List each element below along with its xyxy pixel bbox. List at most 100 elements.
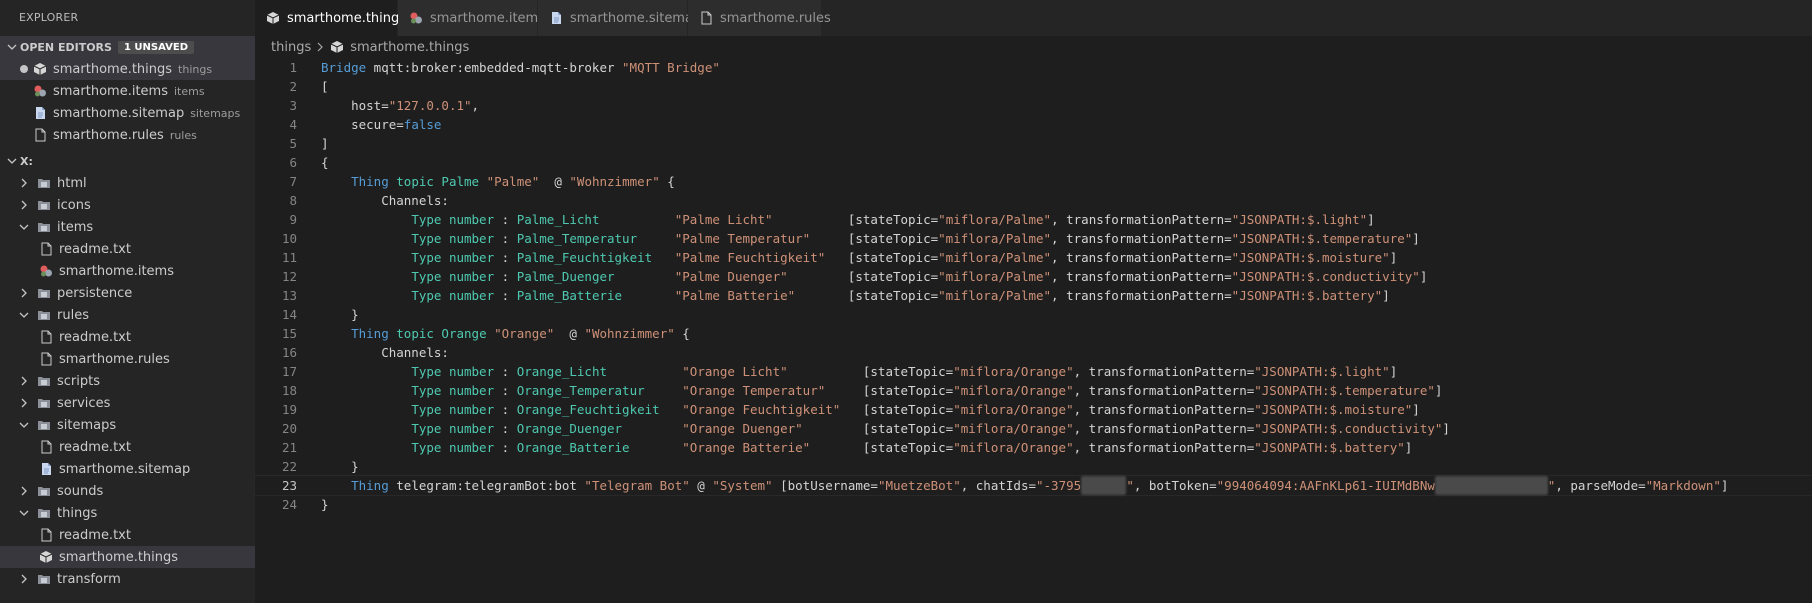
- folder-html[interactable]: html: [0, 172, 255, 194]
- code-token: "Orange Feuchtigkeit": [682, 402, 841, 417]
- tab-smarthome-items[interactable]: smarthome.items: [398, 0, 545, 36]
- code-line[interactable]: 4 secure=false: [255, 115, 1812, 134]
- code-token: "Palme Licht": [674, 212, 773, 227]
- rules-file-icon: [38, 439, 54, 455]
- file-smarthome-sitemap[interactable]: smarthome.sitemap: [0, 458, 255, 480]
- code-editor[interactable]: 1 Bridge mqtt:broker:embedded-mqtt-broker…: [254, 58, 1812, 603]
- code-token: Orange_Temperatur: [516, 383, 645, 398]
- line-content: Type number : Palme_Duenger "Palme Dueng…: [321, 267, 1427, 286]
- file-name: smarthome.things: [53, 61, 173, 77]
- tab-smarthome-things[interactable]: smarthome.things: [255, 0, 406, 36]
- code-line[interactable]: 17 Type number : Orange_Licht "Orange Li…: [255, 362, 1812, 381]
- chevron-right-icon[interactable]: [16, 373, 32, 389]
- code-line[interactable]: 20 Type number : Orange_Duenger "Orange …: [255, 419, 1812, 438]
- line-content: }: [321, 305, 359, 324]
- file-name: readme.txt: [59, 241, 131, 257]
- folder-transform[interactable]: transform: [0, 568, 255, 590]
- line-number: 15: [281, 326, 297, 341]
- line-number: 1: [289, 60, 297, 75]
- open-editor-smarthome-rules[interactable]: smarthome.rules rules: [0, 124, 255, 146]
- folder-services[interactable]: services: [0, 392, 255, 414]
- chevron-right-icon[interactable]: [16, 175, 32, 191]
- code-line[interactable]: 10 Type number : Palme_Temperatur "Palme…: [255, 229, 1812, 248]
- code-line[interactable]: 14 }: [255, 305, 1812, 324]
- code-line[interactable]: 2[: [255, 77, 1812, 96]
- code-token: "994064094:AAFnKLp61-IUIMdBNw: [1216, 478, 1435, 493]
- code-line[interactable]: 13 Type number : Palme_Batterie "Palme B…: [255, 286, 1812, 305]
- chevron-right-icon[interactable]: [16, 285, 32, 301]
- breadcrumb-file[interactable]: smarthome.things: [350, 40, 469, 55]
- code-line[interactable]: 12 Type number : Palme_Duenger "Palme Du…: [255, 267, 1812, 286]
- folder-scripts[interactable]: scripts: [0, 370, 255, 392]
- workspace-header[interactable]: X:: [0, 150, 255, 172]
- code-line[interactable]: 8 Channels:: [255, 191, 1812, 210]
- chevron-right-icon[interactable]: [16, 571, 32, 587]
- code-line[interactable]: 7 Thing topic Palme "Palme" @ "Wohnzimme…: [255, 172, 1812, 191]
- chevron-down-icon[interactable]: [16, 505, 32, 521]
- code-token: }: [321, 307, 359, 322]
- code-token: ]: [1404, 440, 1413, 455]
- chevron-right-icon[interactable]: [16, 395, 32, 411]
- line-number: 22: [281, 459, 297, 474]
- code-line[interactable]: 18 Type number : Orange_Temperatur "Oran…: [255, 381, 1812, 400]
- folder-sitemaps[interactable]: sitemaps: [0, 414, 255, 436]
- code-line[interactable]: 6{: [255, 153, 1812, 172]
- line-content: Type number : Palme_Feuchtigkeit "Palme …: [321, 248, 1397, 267]
- folder-icon: [36, 571, 52, 587]
- chevron-down-icon[interactable]: [16, 417, 32, 433]
- open-editor-smarthome-sitemap[interactable]: smarthome.sitemap sitemaps: [0, 102, 255, 124]
- code-token: , transformationPattern=: [1073, 440, 1255, 455]
- folder-persistence[interactable]: persistence: [0, 282, 255, 304]
- folder-things[interactable]: things: [0, 502, 255, 524]
- folder-name: transform: [57, 571, 121, 587]
- chevron-right-icon[interactable]: [16, 483, 32, 499]
- code-line[interactable]: 19 Type number : Orange_Feuchtigkeit "Or…: [255, 400, 1812, 419]
- tab-smarthome-sitemap[interactable]: smarthome.sitemap: [538, 0, 701, 36]
- file-readme-txt[interactable]: readme.txt: [0, 326, 255, 348]
- folder-rules[interactable]: rules: [0, 304, 255, 326]
- open-editor-smarthome-items[interactable]: smarthome.items items: [0, 80, 255, 102]
- file-smarthome-rules[interactable]: smarthome.rules: [0, 348, 255, 370]
- unsaved-dot-icon[interactable]: [16, 65, 32, 73]
- file-name: smarthome.items: [53, 83, 168, 99]
- code-token: , botToken=: [1133, 478, 1217, 493]
- code-line[interactable]: 5]: [255, 134, 1812, 153]
- open-editors-header[interactable]: OPEN EDITORS 1 UNSAVED: [0, 36, 255, 58]
- chevron-right-icon[interactable]: [16, 197, 32, 213]
- code-line[interactable]: 22 }: [255, 457, 1812, 476]
- code-line[interactable]: 1 Bridge mqtt:broker:embedded-mqtt-broker…: [255, 58, 1812, 77]
- code-line[interactable]: 16 Channels:: [255, 343, 1812, 362]
- folder-items[interactable]: items: [0, 216, 255, 238]
- code-line[interactable]: 24}: [255, 495, 1812, 514]
- chevron-down-icon[interactable]: [16, 307, 32, 323]
- code-token: "Wohnzimmer": [569, 174, 660, 189]
- code-token: Type number: [411, 231, 495, 246]
- code-line[interactable]: 15 Thing topic Orange "Orange" @ "Wohnzi…: [255, 324, 1812, 343]
- code-line[interactable]: 9 Type number : Palme_Licht "Palme Licht…: [255, 210, 1812, 229]
- breadcrumb-folder[interactable]: things: [271, 40, 311, 55]
- code-token: ]: [1412, 402, 1420, 417]
- chevron-down-icon[interactable]: [16, 219, 32, 235]
- file-folder-hint: rules: [169, 128, 197, 142]
- line-content: Thing telegram:telegramBot:bot "Telegram…: [321, 476, 1728, 495]
- file-readme-txt[interactable]: readme.txt: [0, 238, 255, 260]
- open-editor-smarthome-things[interactable]: smarthome.things things: [0, 58, 255, 80]
- code-line[interactable]: 11 Type number : Palme_Feuchtigkeit "Pal…: [255, 248, 1812, 267]
- folder-sounds[interactable]: sounds: [0, 480, 255, 502]
- code-token: "miflora/Orange": [953, 364, 1074, 379]
- things-file-icon: [38, 549, 54, 565]
- code-line[interactable]: 21 Type number : Orange_Batterie "Orange…: [255, 438, 1812, 457]
- code-token: Bridge: [321, 60, 367, 75]
- code-line[interactable]: 23 Thing telegram:telegramBot:bot "Teleg…: [254, 475, 1812, 496]
- file-readme-txt[interactable]: readme.txt: [0, 524, 255, 546]
- folder-icons[interactable]: icons: [0, 194, 255, 216]
- file-readme-txt[interactable]: readme.txt: [0, 436, 255, 458]
- file-smarthome-items[interactable]: smarthome.items: [0, 260, 255, 282]
- tab-smarthome-rules[interactable]: smarthome.rules: [688, 0, 831, 36]
- file-smarthome-things[interactable]: smarthome.things: [0, 546, 255, 568]
- code-line[interactable]: 3 host="127.0.0.1",: [255, 96, 1812, 115]
- breadcrumb: things smarthome.things: [255, 36, 1812, 58]
